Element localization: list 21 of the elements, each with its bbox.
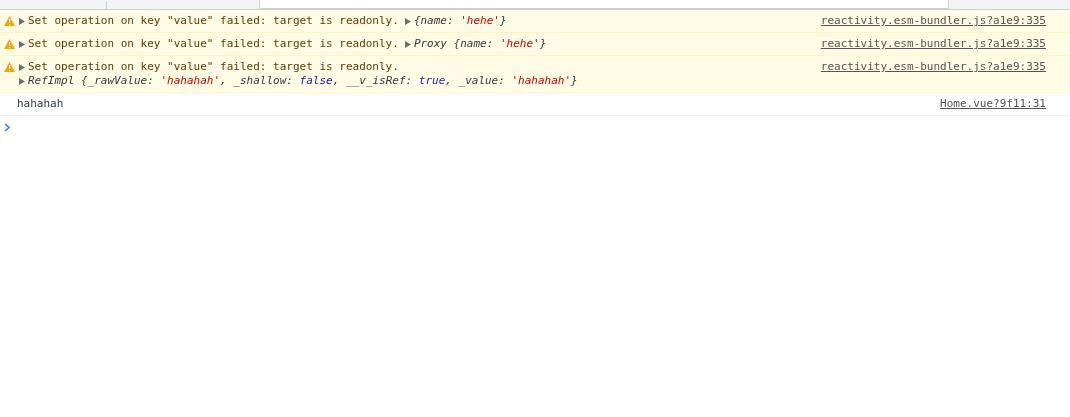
source-link[interactable]: reactivity.esm-bundler.js?a1e9:335: [820, 37, 1046, 51]
expand-triangle-icon[interactable]: [19, 77, 25, 85]
source-link[interactable]: reactivity.esm-bundler.js?a1e9:335: [820, 14, 1046, 28]
warning-icon: [4, 16, 15, 26]
object-preview[interactable]: RefImpl {_rawValue: 'hahahah', _shallow: false, __v_isRef: true, _value: 'hahahah'}: [28, 74, 578, 88]
log-message: hahahah: [17, 97, 64, 111]
expand-triangle-icon[interactable]: [404, 40, 411, 48]
source-link[interactable]: reactivity.esm-bundler.js?a1e9:335: [820, 60, 1046, 74]
expand-triangle-icon[interactable]: [404, 17, 411, 25]
prompt-chevron-icon: [4, 122, 10, 132]
warning-icon: [4, 39, 15, 49]
expand-triangle-icon[interactable]: [19, 17, 25, 25]
expand-triangle-icon[interactable]: [19, 40, 25, 48]
warning-message: Set operation on key "value" failed: target is readonly.: [28, 14, 399, 28]
expand-triangle-icon[interactable]: [19, 63, 25, 71]
object-preview[interactable]: {name: 'hehe'}: [413, 14, 507, 28]
object-preview[interactable]: Proxy {name: 'hehe'}: [413, 37, 547, 51]
warning-icon: [4, 62, 15, 72]
warning-message: Set operation on key "value" failed: target is readonly.: [28, 60, 399, 74]
source-link[interactable]: Home.vue?9f11:31: [940, 97, 1046, 111]
warning-message: Set operation on key "value" failed: target is readonly.: [28, 37, 399, 51]
